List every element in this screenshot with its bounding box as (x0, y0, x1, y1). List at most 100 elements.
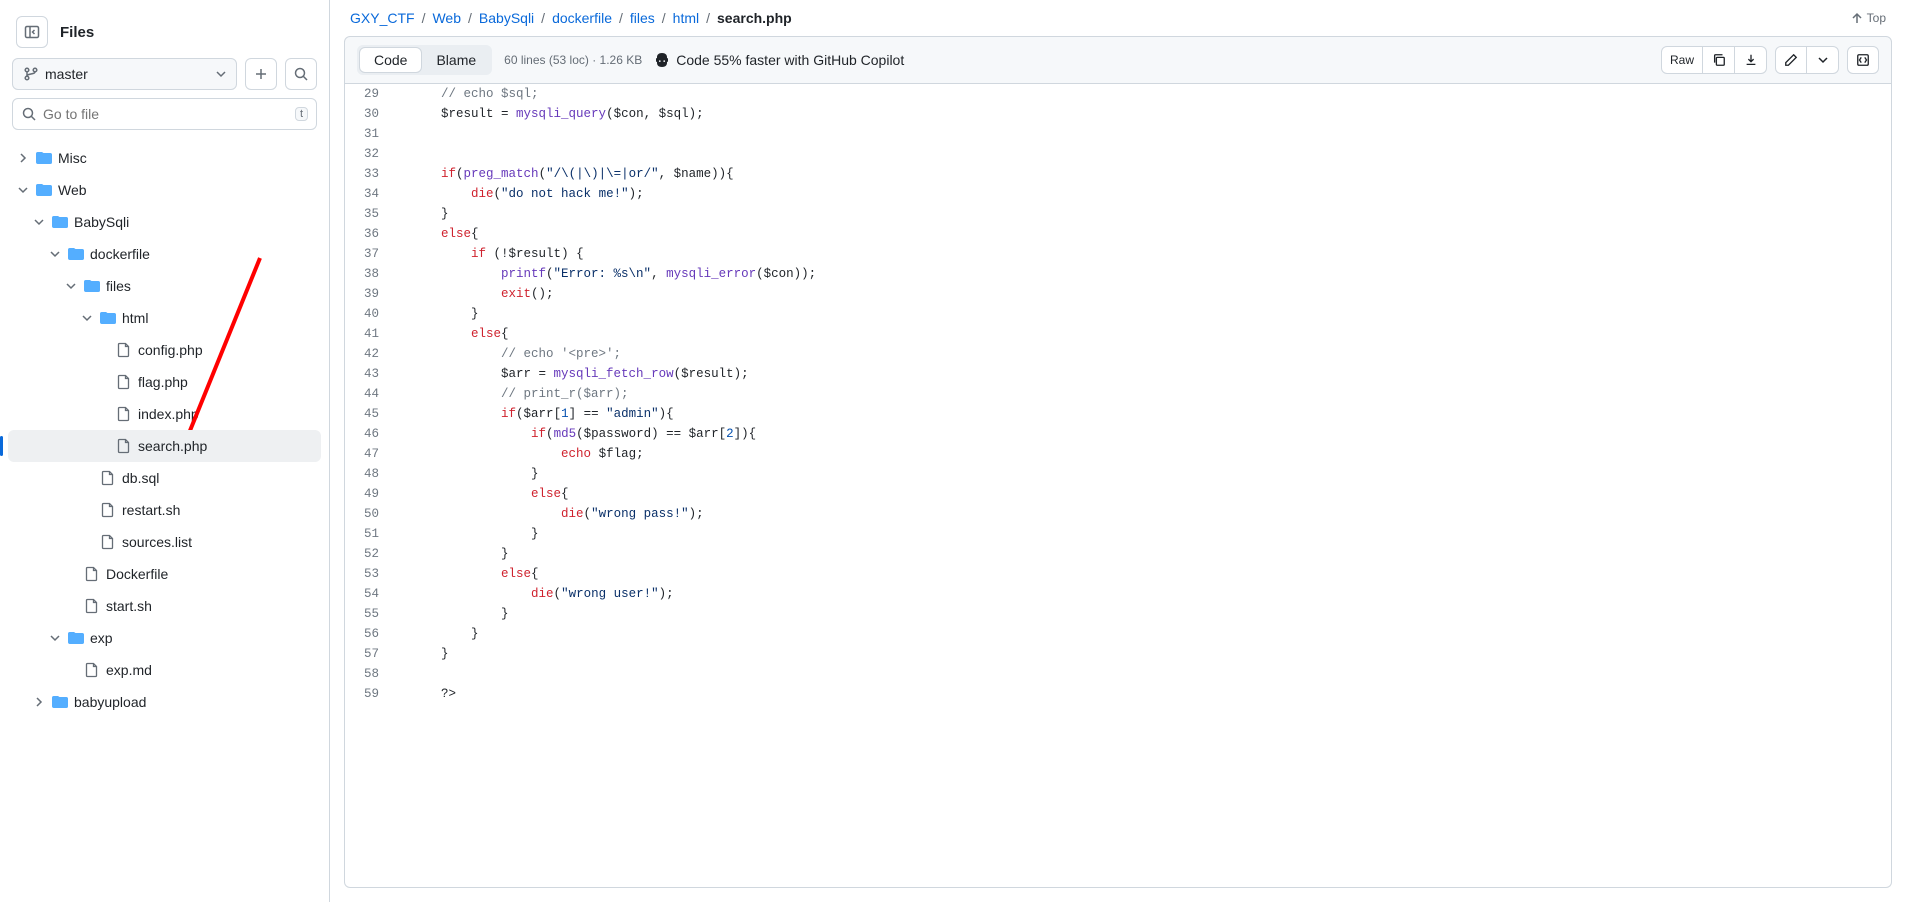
line-number[interactable]: 29 (345, 84, 395, 104)
line-number[interactable]: 56 (345, 624, 395, 644)
line-number[interactable]: 45 (345, 404, 395, 424)
tree-folder[interactable]: exp (8, 622, 321, 654)
code-content[interactable]: if (!$result) { (395, 244, 1891, 264)
tree-file[interactable]: db.sql (8, 462, 321, 494)
download-button[interactable] (1735, 46, 1767, 74)
code-line[interactable]: 50 die("wrong pass!"); (345, 504, 1891, 524)
code-content[interactable] (395, 124, 1891, 144)
line-number[interactable]: 51 (345, 524, 395, 544)
code-line[interactable]: 49 else{ (345, 484, 1891, 504)
code-line[interactable]: 37 if (!$result) { (345, 244, 1891, 264)
add-file-button[interactable] (245, 58, 277, 90)
code-content[interactable]: $result = mysqli_query($con, $sql); (395, 104, 1891, 124)
code-content[interactable]: else{ (395, 484, 1891, 504)
line-number[interactable]: 33 (345, 164, 395, 184)
collapse-sidebar-button[interactable] (16, 16, 48, 48)
file-search-input[interactable] (43, 106, 289, 122)
tree-folder[interactable]: babyupload (8, 686, 321, 718)
line-number[interactable]: 48 (345, 464, 395, 484)
line-number[interactable]: 53 (345, 564, 395, 584)
line-number[interactable]: 37 (345, 244, 395, 264)
tree-file[interactable]: sources.list (8, 526, 321, 558)
breadcrumb-link[interactable]: html (673, 10, 699, 26)
line-number[interactable]: 30 (345, 104, 395, 124)
code-line[interactable]: 34 die("do not hack me!"); (345, 184, 1891, 204)
code-line[interactable]: 36 else{ (345, 224, 1891, 244)
code-content[interactable]: } (395, 304, 1891, 324)
code-line[interactable]: 39 exit(); (345, 284, 1891, 304)
code-line[interactable]: 42 // echo '<pre>'; (345, 344, 1891, 364)
code-line[interactable]: 54 die("wrong user!"); (345, 584, 1891, 604)
line-number[interactable]: 57 (345, 644, 395, 664)
code-line[interactable]: 51 } (345, 524, 1891, 544)
tab-blame[interactable]: Blame (422, 47, 490, 73)
code-content[interactable]: $arr = mysqli_fetch_row($result); (395, 364, 1891, 384)
code-line[interactable]: 44 // print_r($arr); (345, 384, 1891, 404)
tree-folder[interactable]: html (8, 302, 321, 334)
breadcrumb-link[interactable]: BabySqli (479, 10, 534, 26)
line-number[interactable]: 39 (345, 284, 395, 304)
line-number[interactable]: 52 (345, 544, 395, 564)
code-content[interactable]: echo $flag; (395, 444, 1891, 464)
line-number[interactable]: 31 (345, 124, 395, 144)
code-content[interactable]: } (395, 464, 1891, 484)
code-content[interactable]: // echo '<pre>'; (395, 344, 1891, 364)
code-line[interactable]: 48 } (345, 464, 1891, 484)
tree-folder[interactable]: BabySqli (8, 206, 321, 238)
code-line[interactable]: 43 $arr = mysqli_fetch_row($result); (345, 364, 1891, 384)
code-line[interactable]: 57 } (345, 644, 1891, 664)
file-search-box[interactable]: t (12, 98, 317, 130)
code-line[interactable]: 30 $result = mysqli_query($con, $sql); (345, 104, 1891, 124)
code-content[interactable] (395, 664, 1891, 684)
code-content[interactable]: } (395, 544, 1891, 564)
code-content[interactable]: ?> (395, 684, 1891, 704)
line-number[interactable]: 59 (345, 684, 395, 704)
code-content[interactable]: if($arr[1] == "admin"){ (395, 404, 1891, 424)
tree-folder[interactable]: dockerfile (8, 238, 321, 270)
line-number[interactable]: 32 (345, 144, 395, 164)
code-content[interactable]: printf("Error: %s\n", mysqli_error($con)… (395, 264, 1891, 284)
copy-button[interactable] (1703, 46, 1735, 74)
line-number[interactable]: 50 (345, 504, 395, 524)
code-line[interactable]: 31 (345, 124, 1891, 144)
code-content[interactable]: if(md5($password) == $arr[2]){ (395, 424, 1891, 444)
copilot-prompt[interactable]: Code 55% faster with GitHub Copilot (654, 52, 904, 68)
line-number[interactable]: 36 (345, 224, 395, 244)
line-number[interactable]: 40 (345, 304, 395, 324)
line-number[interactable]: 42 (345, 344, 395, 364)
code-line[interactable]: 59 ?> (345, 684, 1891, 704)
code-line[interactable]: 52 } (345, 544, 1891, 564)
tree-file[interactable]: config.php (8, 334, 321, 366)
code-content[interactable] (395, 144, 1891, 164)
code-line[interactable]: 33 if(preg_match("/\(|\)|\=|or/", $name)… (345, 164, 1891, 184)
code-content[interactable]: die("wrong user!"); (395, 584, 1891, 604)
code-content[interactable]: else{ (395, 224, 1891, 244)
tree-folder[interactable]: Misc (8, 142, 321, 174)
tree-folder[interactable]: files (8, 270, 321, 302)
line-number[interactable]: 46 (345, 424, 395, 444)
line-number[interactable]: 47 (345, 444, 395, 464)
breadcrumb-link[interactable]: files (630, 10, 655, 26)
line-number[interactable]: 58 (345, 664, 395, 684)
code-line[interactable]: 53 else{ (345, 564, 1891, 584)
code-line[interactable]: 38 printf("Error: %s\n", mysqli_error($c… (345, 264, 1891, 284)
code-content[interactable]: } (395, 604, 1891, 624)
tree-file[interactable]: search.php (8, 430, 321, 462)
code-line[interactable]: 32 (345, 144, 1891, 164)
search-button[interactable] (285, 58, 317, 90)
raw-button[interactable]: Raw (1661, 46, 1703, 74)
tree-file[interactable]: index.php (8, 398, 321, 430)
code-content[interactable]: // echo $sql; (395, 84, 1891, 104)
code-line[interactable]: 35 } (345, 204, 1891, 224)
code-content[interactable]: die("do not hack me!"); (395, 184, 1891, 204)
line-number[interactable]: 38 (345, 264, 395, 284)
code-content[interactable]: } (395, 644, 1891, 664)
tree-folder[interactable]: Web (8, 174, 321, 206)
code-content[interactable]: else{ (395, 324, 1891, 344)
line-number[interactable]: 41 (345, 324, 395, 344)
code-line[interactable]: 47 echo $flag; (345, 444, 1891, 464)
line-number[interactable]: 49 (345, 484, 395, 504)
code-content[interactable]: } (395, 524, 1891, 544)
breadcrumb-link[interactable]: dockerfile (552, 10, 612, 26)
line-number[interactable]: 35 (345, 204, 395, 224)
